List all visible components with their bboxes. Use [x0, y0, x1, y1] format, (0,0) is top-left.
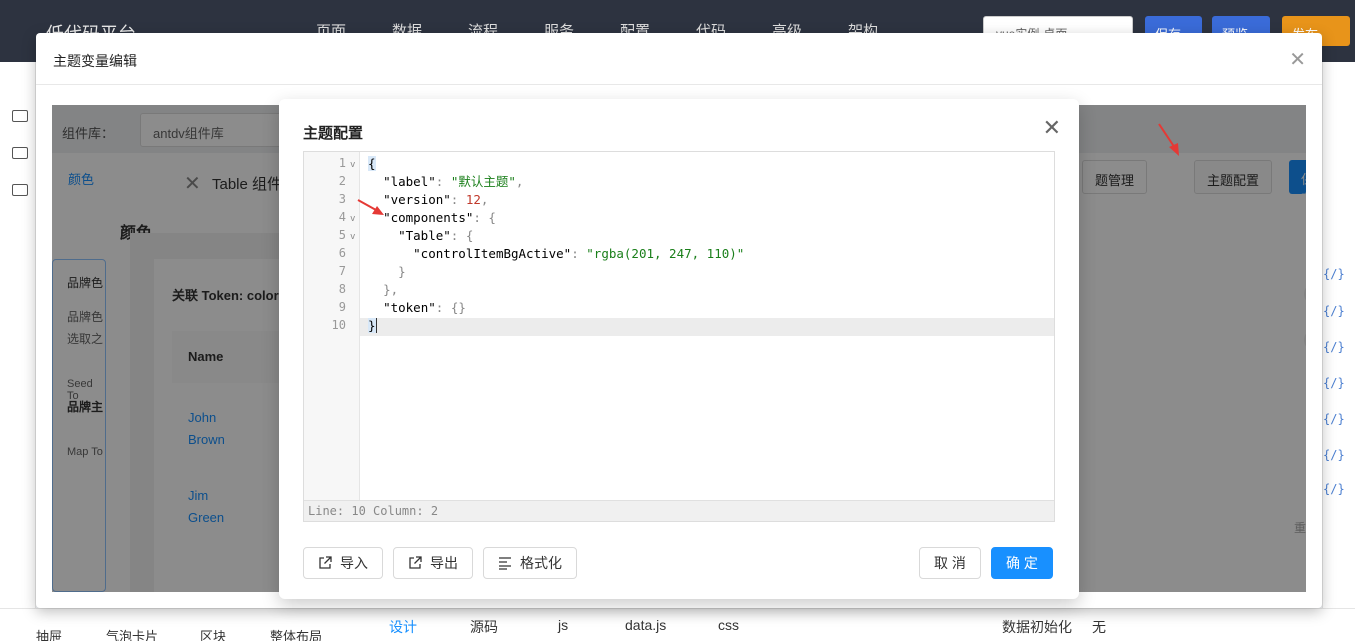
tab-css[interactable]: css: [718, 617, 739, 633]
code-line: "version": 12,: [383, 192, 489, 207]
tab-datajs[interactable]: data.js: [625, 617, 666, 633]
code-icon[interactable]: {/}: [1323, 376, 1345, 390]
code-icon[interactable]: {/}: [1323, 482, 1345, 496]
fold-chevron-icon[interactable]: v: [350, 232, 355, 242]
export-box-icon: [409, 556, 422, 569]
bottom-bar: 抽屉 气泡卡片 区块 整体布局 设计 源码 js data.js css 数据初…: [0, 608, 1355, 641]
theme-config-modal: 主题配置 ✕ 1 2 3 4 5 6 7 8 9 10 v v v { "lab…: [279, 99, 1079, 599]
block-item[interactable]: 抽屉: [36, 626, 62, 641]
data-init-label: 数据初始化: [1002, 619, 1072, 635]
theme-config-title: 主题配置: [303, 125, 364, 142]
block-item[interactable]: 区块: [200, 626, 226, 641]
outer-modal-title: 主题变量编辑: [36, 33, 1322, 85]
close-icon[interactable]: ✕: [1289, 47, 1306, 72]
code-icon[interactable]: {/}: [1323, 412, 1345, 426]
code-line: }: [368, 318, 377, 333]
line-number: 5: [338, 228, 346, 242]
line-number: 6: [338, 246, 346, 260]
import-button[interactable]: 导入: [303, 547, 383, 579]
format-button[interactable]: 格式化: [483, 547, 577, 579]
code-icon[interactable]: {/}: [1323, 340, 1345, 354]
line-number: 2: [338, 174, 346, 188]
tab-js[interactable]: js: [558, 617, 568, 633]
code-icon[interactable]: {/}: [1323, 448, 1345, 462]
line-number: 9: [338, 300, 346, 314]
block-item[interactable]: 气泡卡片: [106, 626, 158, 641]
line-number: 1: [338, 156, 346, 170]
code-line: }: [398, 264, 406, 279]
tab-design[interactable]: 设计: [389, 617, 417, 637]
tab-source[interactable]: 源码: [470, 617, 498, 637]
left-panel: [0, 62, 36, 641]
json-code-editor[interactable]: 1 2 3 4 5 6 7 8 9 10 v v v { "label": "默…: [303, 151, 1055, 522]
data-init-select[interactable]: 无: [1092, 617, 1106, 637]
right-panel: {/} {/} {/} {/} {/} {/} {/}: [1322, 62, 1355, 641]
active-line-highlight: [304, 318, 1054, 336]
code-line: "Table": {: [398, 228, 474, 243]
line-number: 10: [331, 318, 346, 332]
cancel-button[interactable]: 取 消: [919, 547, 981, 579]
code-icon[interactable]: {/}: [1323, 267, 1345, 281]
close-icon[interactable]: ✕: [1043, 115, 1061, 141]
code-line: "controlItemBgActive": "rgba(201, 247, 1…: [413, 246, 745, 261]
code-line: {: [368, 156, 376, 171]
line-number: 3: [338, 192, 346, 206]
export-button[interactable]: 导出: [393, 547, 473, 579]
block-item[interactable]: 整体布局: [270, 626, 322, 641]
code-line: "label": "默认主题",: [383, 174, 524, 189]
editor-status-bar: Line: 10 Column: 2: [304, 500, 1054, 521]
fold-chevron-icon[interactable]: v: [350, 160, 355, 170]
folder-icon: [12, 110, 28, 122]
annotation-arrow-icon: [357, 199, 384, 215]
line-number: 7: [338, 264, 346, 278]
folder-icon: [12, 147, 28, 159]
annotation-arrow-icon: [1158, 123, 1179, 156]
line-number: 8: [338, 282, 346, 296]
code-line: "components": {: [383, 210, 496, 225]
folder-icon: [12, 184, 28, 196]
code-line: },: [383, 282, 399, 297]
fold-chevron-icon[interactable]: v: [350, 214, 355, 224]
code-line: "token": {}: [383, 300, 466, 315]
format-label: 格式化: [520, 555, 562, 571]
export-label: 导出: [430, 555, 458, 571]
align-left-icon: [499, 557, 511, 570]
import-label: 导入: [340, 555, 368, 571]
code-icon[interactable]: {/}: [1323, 304, 1345, 318]
line-number: 4: [338, 210, 346, 224]
ok-button[interactable]: 确 定: [991, 547, 1053, 579]
export-box-icon: [319, 556, 332, 569]
